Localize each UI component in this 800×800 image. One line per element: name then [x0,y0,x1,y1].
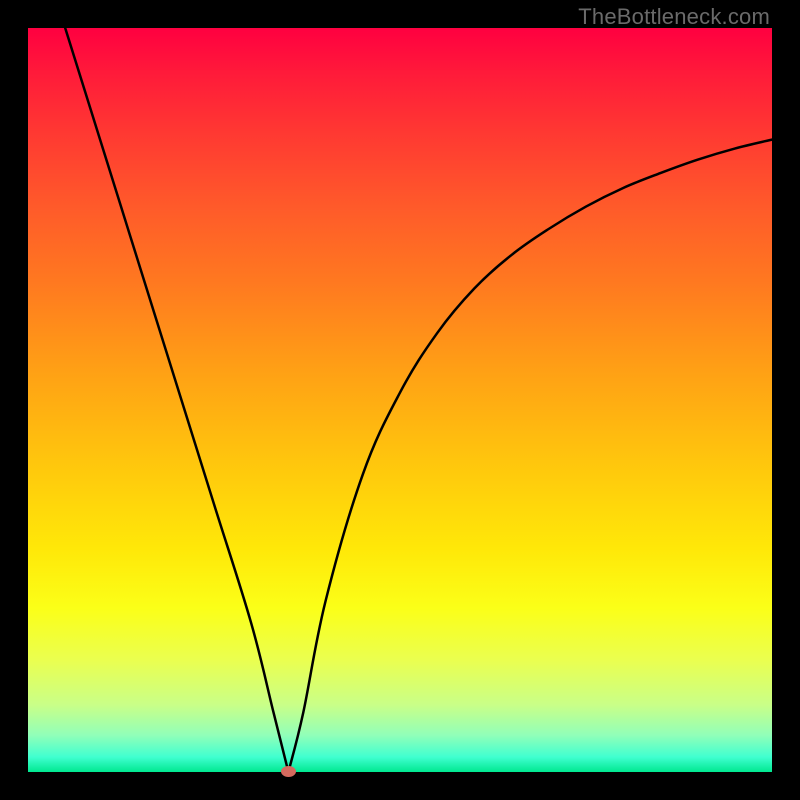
curve-layer [28,28,772,772]
plot-area [28,28,772,772]
curve-left-branch [65,28,288,772]
chart-frame: TheBottleneck.com [0,0,800,800]
curve-right-branch [288,140,772,772]
watermark-text: TheBottleneck.com [578,4,770,30]
minimum-marker [281,766,296,777]
